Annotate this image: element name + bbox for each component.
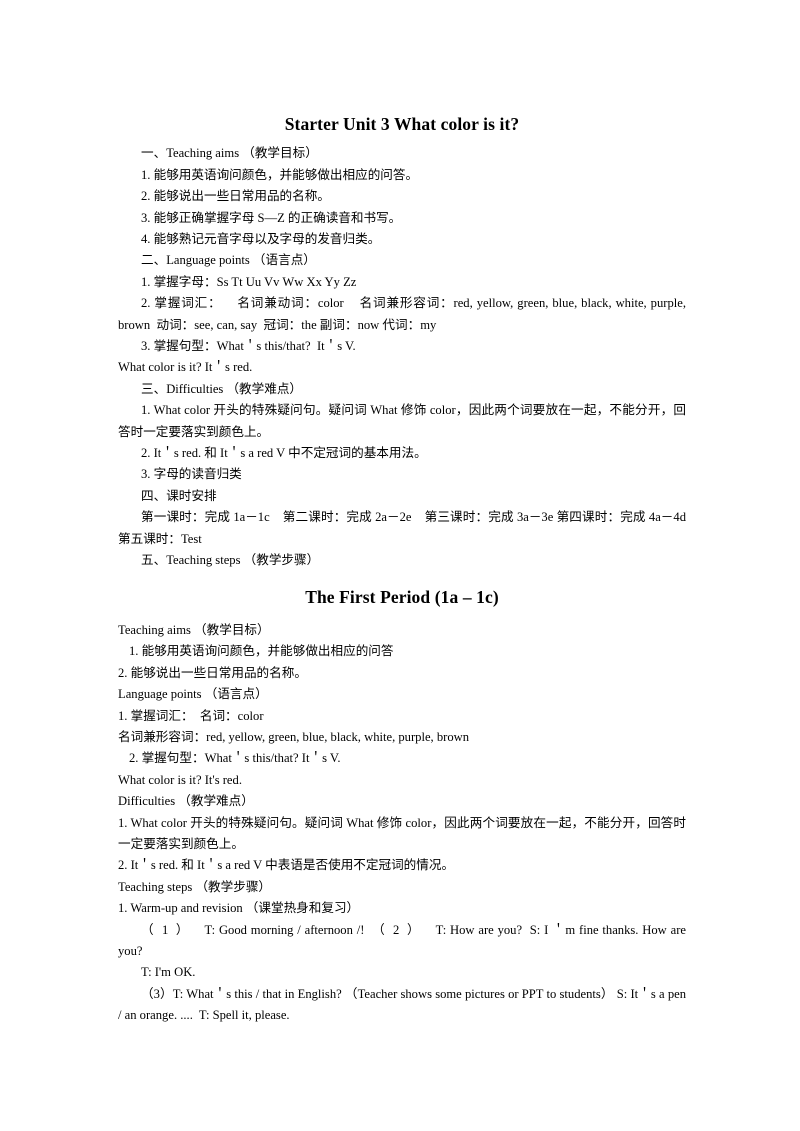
- overview-difficulty-3: 3. 字母的读音归类: [141, 467, 242, 482]
- overview-aim-2: 2. 能够说出一些日常用品的名称。: [141, 189, 330, 204]
- overview-language-point-3b: What color is it? It＇s red.: [118, 360, 253, 375]
- period-title: The First Period (1a – 1c): [305, 586, 499, 607]
- period-step-1-heading: 1. Warm-up and revision （课堂热身和复习）: [118, 901, 360, 916]
- language-points-heading: 二、Language points （语言点）: [141, 253, 316, 268]
- difficulties-heading: 三、Difficulties （教学难点）: [141, 381, 303, 396]
- document-page: Starter Unit 3 What color is it? 一、Teach…: [0, 0, 800, 1131]
- period-teaching-steps-heading: Teaching steps （教学步骤）: [118, 879, 272, 894]
- overview-difficulty-2: 2. It＇s red. 和 It＇s a red V 中不定冠词的基本用法。: [141, 446, 427, 461]
- schedule-line: 第一课时：完成 1a－1c 第二课时：完成 2a－2e 第三课时：完成 3a－3…: [118, 510, 690, 546]
- period-language-point-1: 1. 掌握词汇： 名词：color: [118, 708, 264, 723]
- overview-aim-4: 4. 能够熟记元音字母以及字母的发音归类。: [141, 232, 381, 246]
- period-aim-1: 1. 能够用英语询问颜色，并能够做出相应的问答: [129, 644, 394, 659]
- overview-aim-1: 1. 能够用英语询问颜色，并能够做出相应的问答。: [141, 167, 419, 182]
- teaching-aims-heading: 一、Teaching aims （教学目标）: [141, 146, 318, 161]
- overview-difficulty-1: 1. What color 开头的特殊疑问句。疑问词 What 修饰 color…: [118, 403, 686, 439]
- period-dialogue-2: T: I'm OK.: [141, 965, 196, 980]
- overview-language-point-1: 1. 掌握字母：Ss Tt Uu Vv Ww Xx Yy Zz: [141, 274, 357, 289]
- period-language-point-1b: 名词兼形容词：red, yellow, green, blue, black, …: [118, 729, 470, 744]
- period-difficulties-heading: Difficulties （教学难点）: [118, 794, 254, 809]
- period-aim-2: 2. 能够说出一些日常用品的名称。: [118, 665, 307, 680]
- period-teaching-aims-heading: Teaching aims （教学目标）: [118, 622, 270, 637]
- period-difficulty-2: 2. It＇s red. 和 It＇s a red V 中表语是否使用不定冠词的…: [118, 858, 455, 873]
- overview-language-point-3: 3. 掌握句型：What＇s this/that? It＇s V.: [141, 339, 356, 354]
- period-difficulty-1: 1. What color 开头的特殊疑问句。疑问词 What 修饰 color…: [118, 815, 686, 851]
- period-language-point-2: 2. 掌握句型：What＇s this/that? It＇s V.: [129, 751, 341, 766]
- overview-language-point-2: 2. 掌握词汇： 名词兼动词：color 名词兼形容词：red, yellow,…: [118, 296, 690, 332]
- schedule-heading: 四、课时安排: [141, 488, 217, 503]
- teaching-steps-heading: 五、Teaching steps （教学步骤）: [141, 553, 320, 568]
- period-language-point-2b: What color is it? It's red.: [118, 772, 242, 787]
- period-dialogue-1: （ 1 ） T: Good morning / afternoon /! （ 2…: [118, 922, 690, 958]
- overview-aim-3: 3. 能够正确掌握字母 S—Z 的正确读音和书写。: [141, 210, 402, 225]
- period-dialogue-3: （3）T: What＇s this / that in English? （Te…: [118, 986, 690, 1023]
- page-title: Starter Unit 3 What color is it?: [284, 114, 520, 134]
- period-language-points-heading: Language points （语言点）: [118, 687, 268, 702]
- document-body: Starter Unit 3 What color is it? 一、Teach…: [118, 112, 686, 1027]
